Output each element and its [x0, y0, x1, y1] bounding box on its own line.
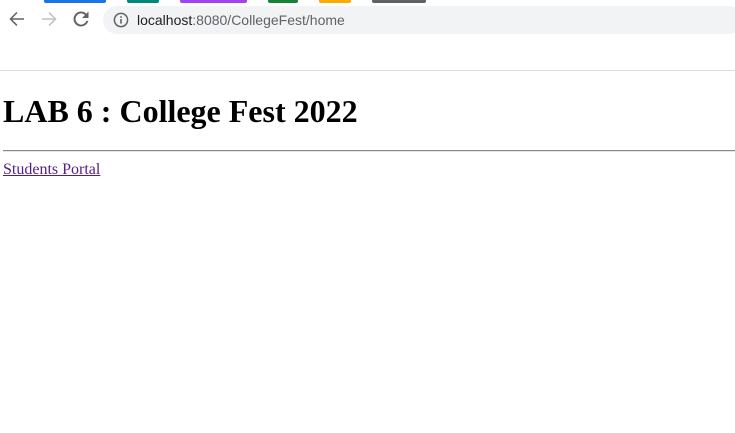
- url-text[interactable]: localhost:8080/CollegeFest/home: [137, 12, 345, 28]
- forward-arrow-icon: [40, 10, 58, 28]
- info-icon[interactable]: [113, 12, 129, 28]
- tab-indicator[interactable]: [319, 0, 351, 3]
- students-portal-link[interactable]: Students Portal: [3, 161, 100, 179]
- address-bar[interactable]: localhost:8080/CollegeFest/home: [103, 6, 735, 34]
- url-path: :8080/CollegeFest/home: [192, 12, 345, 28]
- back-button[interactable]: [6, 8, 28, 30]
- page-title: LAB 6 : College Fest 2022: [3, 93, 358, 129]
- page-content: LAB 6 : College Fest 2022 Students Porta…: [0, 71, 735, 433]
- tab-indicator[interactable]: [268, 0, 298, 3]
- tab-strip: [0, 0, 735, 3]
- reload-icon: [72, 10, 90, 28]
- back-arrow-icon: [8, 10, 26, 28]
- tab-indicator[interactable]: [372, 0, 426, 3]
- url-host: localhost: [137, 12, 193, 28]
- reload-button[interactable]: [70, 8, 92, 30]
- tab-indicator[interactable]: [44, 0, 106, 3]
- tab-indicator[interactable]: [127, 0, 159, 3]
- forward-button[interactable]: [38, 8, 60, 30]
- tab-indicator[interactable]: [180, 0, 247, 3]
- horizontal-rule: [3, 150, 735, 152]
- browser-chrome: localhost:8080/CollegeFest/home: [0, 0, 735, 70]
